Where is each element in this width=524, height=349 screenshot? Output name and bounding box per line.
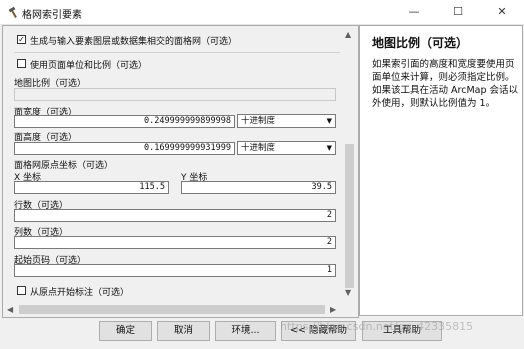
title-bar: 格网索引要素 — ☐ ✕ — [0, 0, 524, 25]
close-button[interactable]: ✕ — [480, 0, 524, 24]
start-page-input[interactable]: 1 — [14, 264, 336, 277]
use-page-units-label: 使用页面单位和比例（可选） — [30, 61, 148, 71]
polygon-height-unit-select[interactable]: 十进制度 ▼ — [237, 141, 336, 155]
divider — [14, 52, 340, 53]
vertical-scroll-thumb[interactable] — [345, 144, 354, 288]
map-scale-input[interactable] — [14, 88, 336, 101]
scroll-down-icon[interactable]: ▼ — [345, 288, 351, 297]
horizontal-scroll-thumb[interactable] — [19, 305, 325, 314]
generate-checkbox-label: 生成与输入要素图层或数据集相交的面格网（可选） — [30, 37, 238, 47]
generate-checkbox[interactable]: ✓ — [17, 35, 26, 44]
chevron-down-icon: ▼ — [326, 117, 332, 125]
horizontal-scrollbar[interactable]: ◀ ▶ — [3, 302, 342, 317]
parameters-pane: ✓ 生成与输入要素图层或数据集相交的面格网（可选） 使用页面单位和比例（可选） … — [2, 25, 359, 318]
vertical-scrollbar[interactable]: ▲ ▼ — [342, 26, 357, 302]
window-title: 格网索引要素 — [22, 10, 82, 21]
parameters-content: ✓ 生成与输入要素图层或数据集相交的面格网（可选） 使用页面单位和比例（可选） … — [3, 26, 342, 302]
origin-x-input[interactable]: 115.5 — [14, 181, 169, 194]
columns-input[interactable]: 2 — [14, 236, 336, 249]
use-page-units-checkbox[interactable] — [17, 59, 26, 68]
watermark: https://blog.csdn.net/qq_42335815 — [280, 320, 474, 333]
label-from-origin-checkbox[interactable] — [17, 286, 26, 295]
chevron-down-icon: ▼ — [326, 144, 332, 152]
maximize-button[interactable]: ☐ — [436, 0, 480, 24]
rows-input[interactable]: 2 — [14, 209, 336, 222]
environments-button[interactable]: 环境... — [215, 321, 276, 341]
ok-button[interactable]: 确定 — [99, 321, 152, 341]
polygon-width-input[interactable]: 0.249999999899998 — [14, 115, 235, 128]
polygon-height-unit-value: 十进制度 — [241, 143, 276, 153]
minimize-button[interactable]: — — [392, 0, 436, 24]
polygon-width-unit-value: 十进制度 — [241, 116, 276, 126]
help-pane: 地图比例（可选） 如果索引面的高度和宽度要使用页面单位来计算，则必须指定比例。如… — [359, 25, 523, 316]
origin-y-input[interactable]: 39.5 — [181, 181, 336, 194]
check-icon: ✓ — [18, 35, 25, 44]
help-title: 地图比例（可选） — [372, 36, 469, 50]
cancel-button[interactable]: 取消 — [157, 321, 210, 341]
hammer-icon — [8, 6, 17, 18]
scroll-right-icon[interactable]: ▶ — [330, 305, 336, 314]
label-from-origin-label: 从原点开始标注（可选） — [30, 288, 130, 298]
polygon-height-input[interactable]: 0.169999999931999 — [14, 142, 235, 155]
polygon-width-unit-select[interactable]: 十进制度 ▼ — [237, 114, 336, 128]
scroll-up-icon[interactable]: ▲ — [345, 30, 351, 39]
scroll-left-icon[interactable]: ◀ — [7, 305, 13, 314]
help-body: 如果索引面的高度和宽度要使用页面单位来计算，则必须指定比例。如果该工具在活动 A… — [372, 59, 519, 109]
